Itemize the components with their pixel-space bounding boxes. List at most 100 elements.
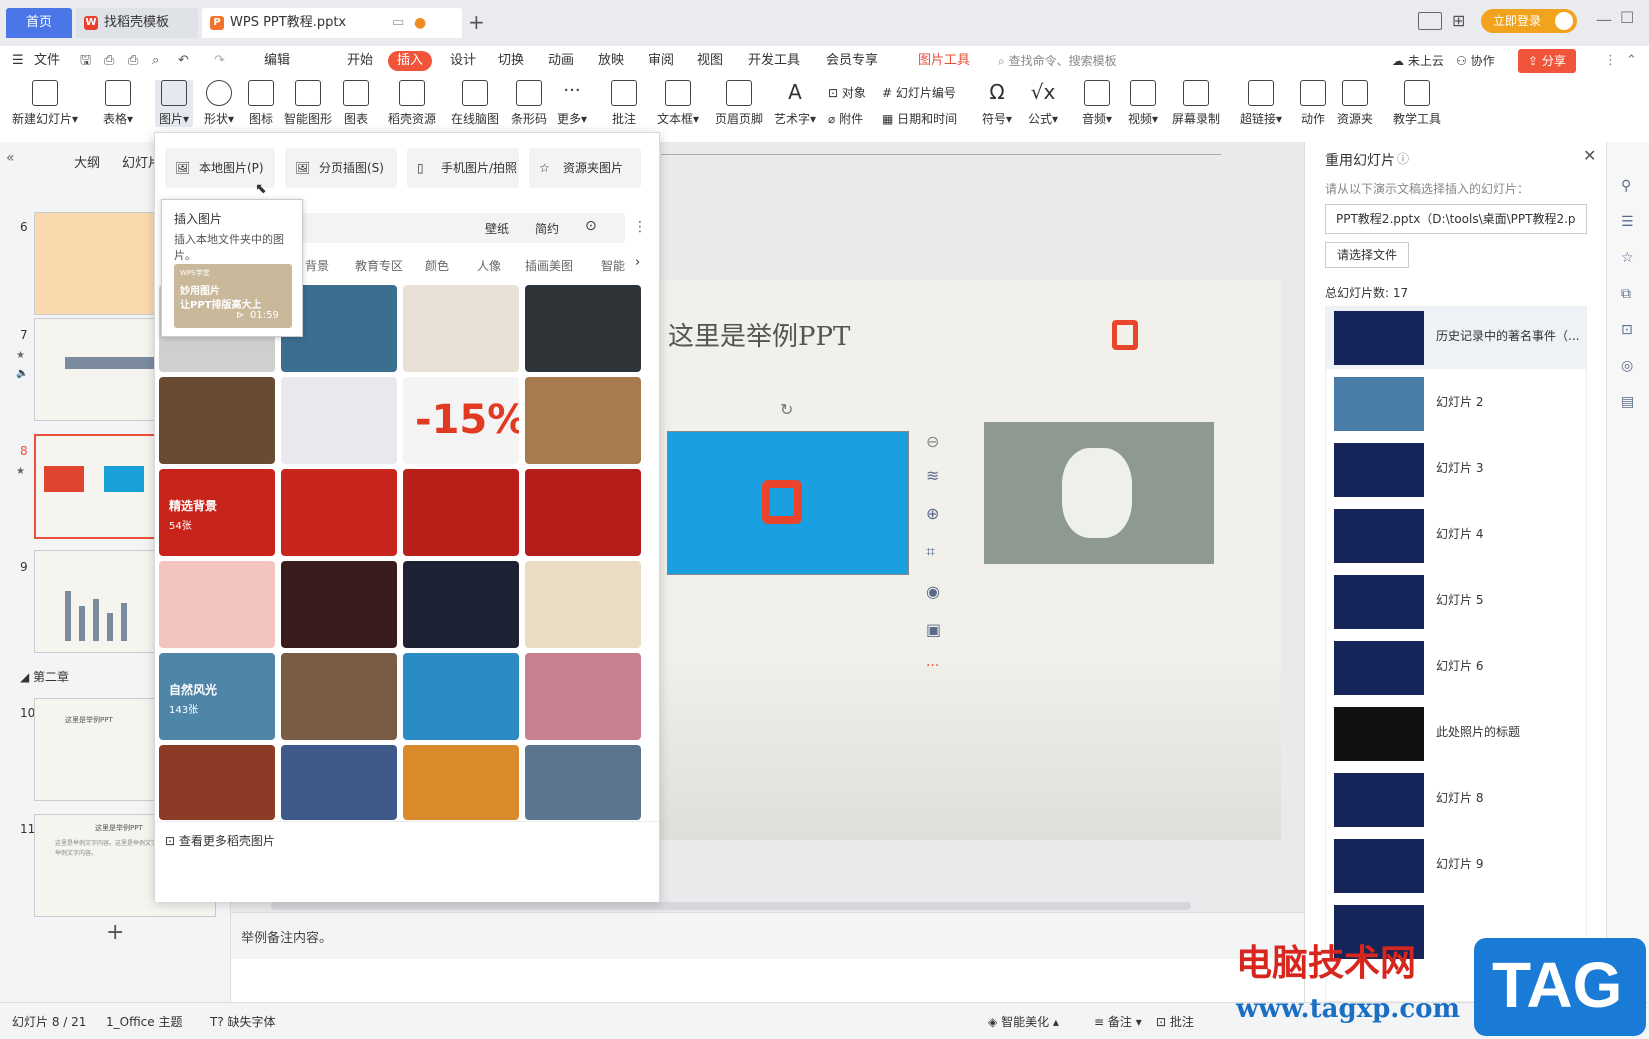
picture-thumbnail[interactable] (281, 561, 397, 648)
comment-toggle-button[interactable]: ⊡ 批注 (1156, 1013, 1194, 1030)
camera-icon[interactable]: ⊙ (585, 218, 597, 234)
gray-image[interactable] (984, 422, 1214, 564)
comment-button[interactable]: 批注 (611, 80, 637, 127)
tab-outline[interactable]: 大纲 (74, 152, 100, 171)
textbox-button[interactable]: 文本框▾ (657, 80, 699, 127)
picture-thumbnail[interactable] (403, 285, 519, 372)
save-icon[interactable]: 🖫 (80, 51, 91, 71)
picture-button[interactable]: 图片▾ (155, 80, 194, 127)
menu-animation[interactable]: 动画 (548, 51, 574, 71)
print-icon[interactable]: ⎙ (128, 51, 138, 71)
chevron-right-icon[interactable]: › (635, 255, 640, 270)
bulb-icon[interactable]: ◉ (926, 582, 940, 601)
login-button[interactable]: 立即登录 (1481, 9, 1577, 33)
video-button[interactable]: 视频▾ (1128, 80, 1158, 127)
reuse-slide-item[interactable]: 幻灯片 8 (1326, 769, 1586, 831)
object-button[interactable]: ⊡ 对象 (828, 84, 866, 101)
collab-button[interactable]: ⚇ 协作 (1456, 51, 1495, 71)
notes-pane[interactable]: 举例备注内容。 (231, 912, 1304, 959)
zoom-icon[interactable]: ⊕ (926, 504, 939, 523)
tag-wallpaper[interactable]: 壁纸 (485, 220, 509, 237)
share-button[interactable]: ⇪ 分享 (1518, 49, 1576, 73)
picture-thumbnail[interactable] (525, 561, 641, 648)
icon-button[interactable]: 图标 (248, 80, 274, 127)
teaching-tools-button[interactable]: 教学工具 (1393, 80, 1441, 127)
undo-icon[interactable]: ↶ (178, 51, 189, 71)
header-footer-button[interactable]: 页眉页脚 (715, 80, 763, 127)
reuse-slide-item[interactable]: 幻灯片 6 (1326, 637, 1586, 699)
reuse-slide-item[interactable]: 幻灯片 2 (1326, 373, 1586, 435)
more-options-icon[interactable]: ··· (926, 658, 939, 674)
collapse-ribbon-icon[interactable]: ⌃ (1626, 51, 1637, 71)
menu-picture-tools[interactable]: 图片工具 (918, 51, 970, 71)
menu-developer[interactable]: 开发工具 (748, 51, 800, 71)
export-pdf-icon[interactable]: ⎙ (104, 51, 114, 71)
picture-search-input[interactable]: 壁纸 简约 ⊙ (285, 213, 625, 243)
picture-thumbnail[interactable] (525, 285, 641, 372)
smart-graphic-button[interactable]: 智能图形 (284, 80, 332, 127)
minimize-icon[interactable]: — (1596, 10, 1612, 29)
symbol-button[interactable]: Ω 符号▾ (982, 80, 1012, 127)
chart-button[interactable]: 图表 (343, 80, 369, 127)
grid-icon[interactable]: ⊞ (1452, 11, 1465, 30)
featured-background-card[interactable]: 精选背景 54张 (159, 469, 275, 556)
crop-icon[interactable]: ⌗ (926, 542, 935, 562)
picture-thumbnail[interactable] (403, 561, 519, 648)
picture-thumbnail[interactable] (525, 745, 641, 820)
wordart-button[interactable]: A 艺术字▾ (774, 80, 816, 127)
preview-icon[interactable]: ⌕ (152, 51, 159, 71)
menu-file[interactable]: 文件 (34, 51, 60, 71)
menu-view[interactable]: 视图 (697, 51, 723, 71)
star-icon[interactable]: ☆ (1621, 250, 1634, 266)
picture-thumbnail[interactable] (525, 377, 641, 464)
missing-font-button[interactable]: T? 缺失字体 (210, 1013, 276, 1030)
menu-transition[interactable]: 切换 (498, 51, 524, 71)
picture-thumbnail[interactable] (525, 469, 641, 556)
book-icon[interactable]: ▤ (1621, 394, 1634, 410)
copy-slide-icon[interactable]: ⧉ (1621, 286, 1631, 302)
mindmap-button[interactable]: 在线脑图 (451, 80, 499, 127)
picture-thumbnail[interactable] (281, 469, 397, 556)
reuse-slide-item[interactable]: 幻灯片 3 (1326, 439, 1586, 501)
tab-home[interactable]: 首页 (6, 8, 72, 38)
collapse-icon[interactable]: ⊖ (926, 432, 939, 451)
add-slide-icon[interactable]: + (106, 920, 124, 945)
reuse-slide-item[interactable]: 幻灯片 9 (1326, 835, 1586, 897)
monitor-icon[interactable]: ▭ (392, 8, 404, 38)
reuse-slide-item[interactable]: 历史记录中的著名事件（... (1326, 307, 1586, 369)
category-background[interactable]: 背景 (305, 257, 329, 274)
resource-folder-button[interactable]: 资源夹 (1337, 80, 1373, 127)
formula-button[interactable]: √x 公式▾ (1028, 80, 1058, 127)
menu-member[interactable]: 会员专享 (826, 51, 878, 71)
more-docer-pictures-link[interactable]: ⊡ 查看更多稻壳图片 (165, 832, 275, 849)
close-icon[interactable]: ✕ (1583, 146, 1596, 165)
layout-icon[interactable] (1418, 12, 1442, 30)
phone-picture-button[interactable]: ▯ 手机图片/拍照 (407, 148, 519, 188)
menu-slideshow[interactable]: 放映 (598, 51, 624, 71)
choose-file-button[interactable]: 请选择文件 (1325, 242, 1409, 268)
menu-review[interactable]: 审阅 (648, 51, 674, 71)
tab-find-template[interactable]: W 找稻壳模板 (76, 8, 198, 38)
hamburger-icon[interactable]: ☰ (12, 51, 24, 71)
nature-card[interactable]: 自然风光 143张 (159, 653, 275, 740)
magic-icon[interactable]: ⚲ (1621, 178, 1631, 194)
docer-resource-button[interactable]: 稻壳资源 (388, 80, 436, 127)
tutorial-video-card[interactable]: WPS学堂 妙用图片 让PPT排版高大上 ⊳ 01:59 (174, 264, 292, 328)
picture-thumbnail[interactable]: -15% (403, 377, 519, 464)
picture-thumbnail[interactable] (281, 377, 397, 464)
category-portrait[interactable]: 人像 (477, 257, 501, 274)
picture-thumbnail[interactable] (281, 653, 397, 740)
barcode-button[interactable]: 条形码 (511, 80, 547, 127)
picture-effect-icon[interactable]: ⊡ (1621, 322, 1633, 338)
convert-text-icon[interactable]: ▣ (926, 620, 941, 639)
horizontal-scrollbar[interactable] (271, 902, 1191, 910)
more-vertical-icon[interactable]: ⋮ (633, 219, 647, 235)
audio-button[interactable]: 音频▾ (1082, 80, 1112, 127)
rotate-handle-icon[interactable]: ↻ (780, 400, 793, 419)
datetime-button[interactable]: ▦ 日期和时间 (882, 110, 957, 127)
picture-thumbnail[interactable] (159, 745, 275, 820)
collapse-panel-icon[interactable]: « (6, 150, 15, 166)
selected-picture[interactable] (667, 431, 909, 575)
picture-thumbnail[interactable] (403, 469, 519, 556)
reuse-slide-item[interactable]: 幻灯片 4 (1326, 505, 1586, 567)
